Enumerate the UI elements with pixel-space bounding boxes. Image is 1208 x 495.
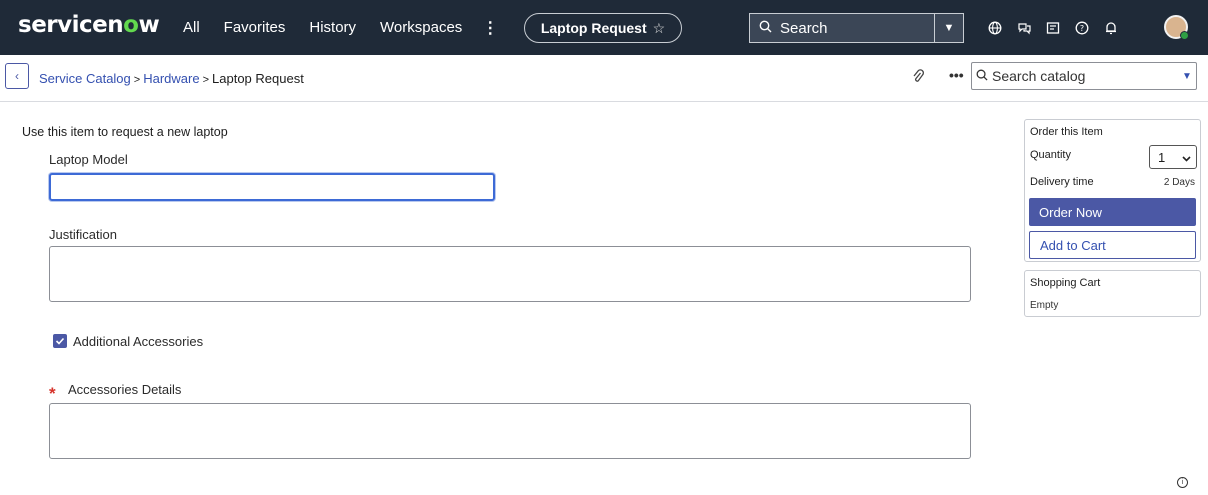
catalog-header: ‹ Service Catalog > Hardware > Laptop Reques… bbox=[0, 55, 1208, 102]
breadcrumb-hardware[interactable]: Hardware bbox=[143, 71, 199, 86]
required-asterisk-icon: * bbox=[49, 384, 56, 403]
nav-icon-group: ? bbox=[982, 0, 1127, 55]
global-search-input[interactable]: Search bbox=[780, 20, 934, 37]
current-page-title: Laptop Request bbox=[540, 20, 647, 36]
catalog-search[interactable]: Search catalog ▼ bbox=[971, 62, 1197, 90]
breadcrumb: Service Catalog > Hardware > Laptop Request bbox=[39, 71, 304, 86]
svg-text:?: ? bbox=[1080, 24, 1084, 33]
paperclip-attachment-icon[interactable] bbox=[912, 69, 924, 88]
chevron-left-icon: ‹ bbox=[15, 69, 19, 83]
back-button[interactable]: ‹ bbox=[5, 63, 29, 89]
star-favorite-icon[interactable]: ☆ bbox=[653, 20, 666, 37]
shopping-cart-title: Shopping Cart bbox=[1030, 277, 1101, 289]
current-page-pill[interactable]: Laptop Request ☆ bbox=[524, 13, 682, 43]
nav-favorites[interactable]: Favorites bbox=[224, 19, 286, 36]
user-avatar[interactable] bbox=[1164, 15, 1189, 40]
bell-icon[interactable] bbox=[1098, 15, 1124, 41]
quantity-label: Quantity bbox=[1030, 149, 1071, 161]
chevron-down-icon bbox=[1182, 150, 1191, 165]
order-now-button[interactable]: Order Now bbox=[1029, 198, 1196, 226]
quantity-select[interactable]: 1 bbox=[1149, 145, 1197, 169]
quantity-value: 1 bbox=[1158, 149, 1166, 165]
add-to-cart-button[interactable]: Add to Cart bbox=[1029, 231, 1196, 259]
justification-textarea[interactable] bbox=[49, 246, 971, 302]
order-panel-title: Order this Item bbox=[1030, 126, 1103, 138]
nav-history[interactable]: History bbox=[309, 19, 356, 36]
laptop-model-input[interactable] bbox=[49, 173, 495, 201]
delivery-time-label: Delivery time bbox=[1030, 176, 1094, 188]
additional-accessories-checkbox[interactable] bbox=[53, 334, 67, 348]
catalog-search-input[interactable]: Search catalog bbox=[992, 68, 1178, 84]
breadcrumb-service-catalog[interactable]: Service Catalog bbox=[39, 71, 131, 86]
inbox-icon[interactable] bbox=[1040, 15, 1066, 41]
nav-workspaces[interactable]: Workspaces bbox=[380, 19, 462, 36]
global-search[interactable]: Search ▼ bbox=[749, 13, 964, 43]
justification-label: Justification bbox=[49, 227, 117, 242]
servicenow-logo[interactable]: servicenow bbox=[18, 12, 160, 38]
order-panel: Order this Item Quantity 1 Delivery time… bbox=[1024, 119, 1201, 262]
breadcrumb-current: Laptop Request bbox=[212, 71, 304, 86]
more-menu-icon[interactable]: ⋮ bbox=[482, 18, 498, 38]
chat-icon[interactable] bbox=[1011, 15, 1037, 41]
more-options-icon[interactable]: ••• bbox=[949, 67, 964, 83]
nav-all[interactable]: All bbox=[183, 19, 200, 36]
search-icon bbox=[972, 69, 992, 84]
chevron-down-icon[interactable]: ▼ bbox=[1178, 71, 1196, 82]
info-icon[interactable]: i bbox=[1177, 477, 1188, 488]
nav-menu: All Favorites History Workspaces ⋮ bbox=[183, 0, 498, 55]
item-description: Use this item to request a new laptop bbox=[22, 125, 228, 139]
accessories-details-textarea[interactable] bbox=[49, 403, 971, 459]
delivery-time-value: 2 Days bbox=[1163, 177, 1195, 188]
globe-icon[interactable] bbox=[982, 15, 1008, 41]
search-scope-dropdown-icon[interactable]: ▼ bbox=[934, 14, 963, 42]
online-status-dot bbox=[1180, 31, 1189, 40]
additional-accessories-label[interactable]: Additional Accessories bbox=[73, 334, 203, 349]
laptop-model-label: Laptop Model bbox=[49, 152, 128, 167]
top-navigation-bar: servicenow All Favorites History Workspa… bbox=[0, 0, 1208, 55]
shopping-cart-panel: Shopping Cart Empty bbox=[1024, 270, 1201, 317]
search-icon bbox=[750, 20, 780, 36]
help-icon[interactable]: ? bbox=[1069, 15, 1095, 41]
shopping-cart-status: Empty bbox=[1030, 300, 1059, 311]
accessories-details-label: Accessories Details bbox=[68, 382, 182, 397]
